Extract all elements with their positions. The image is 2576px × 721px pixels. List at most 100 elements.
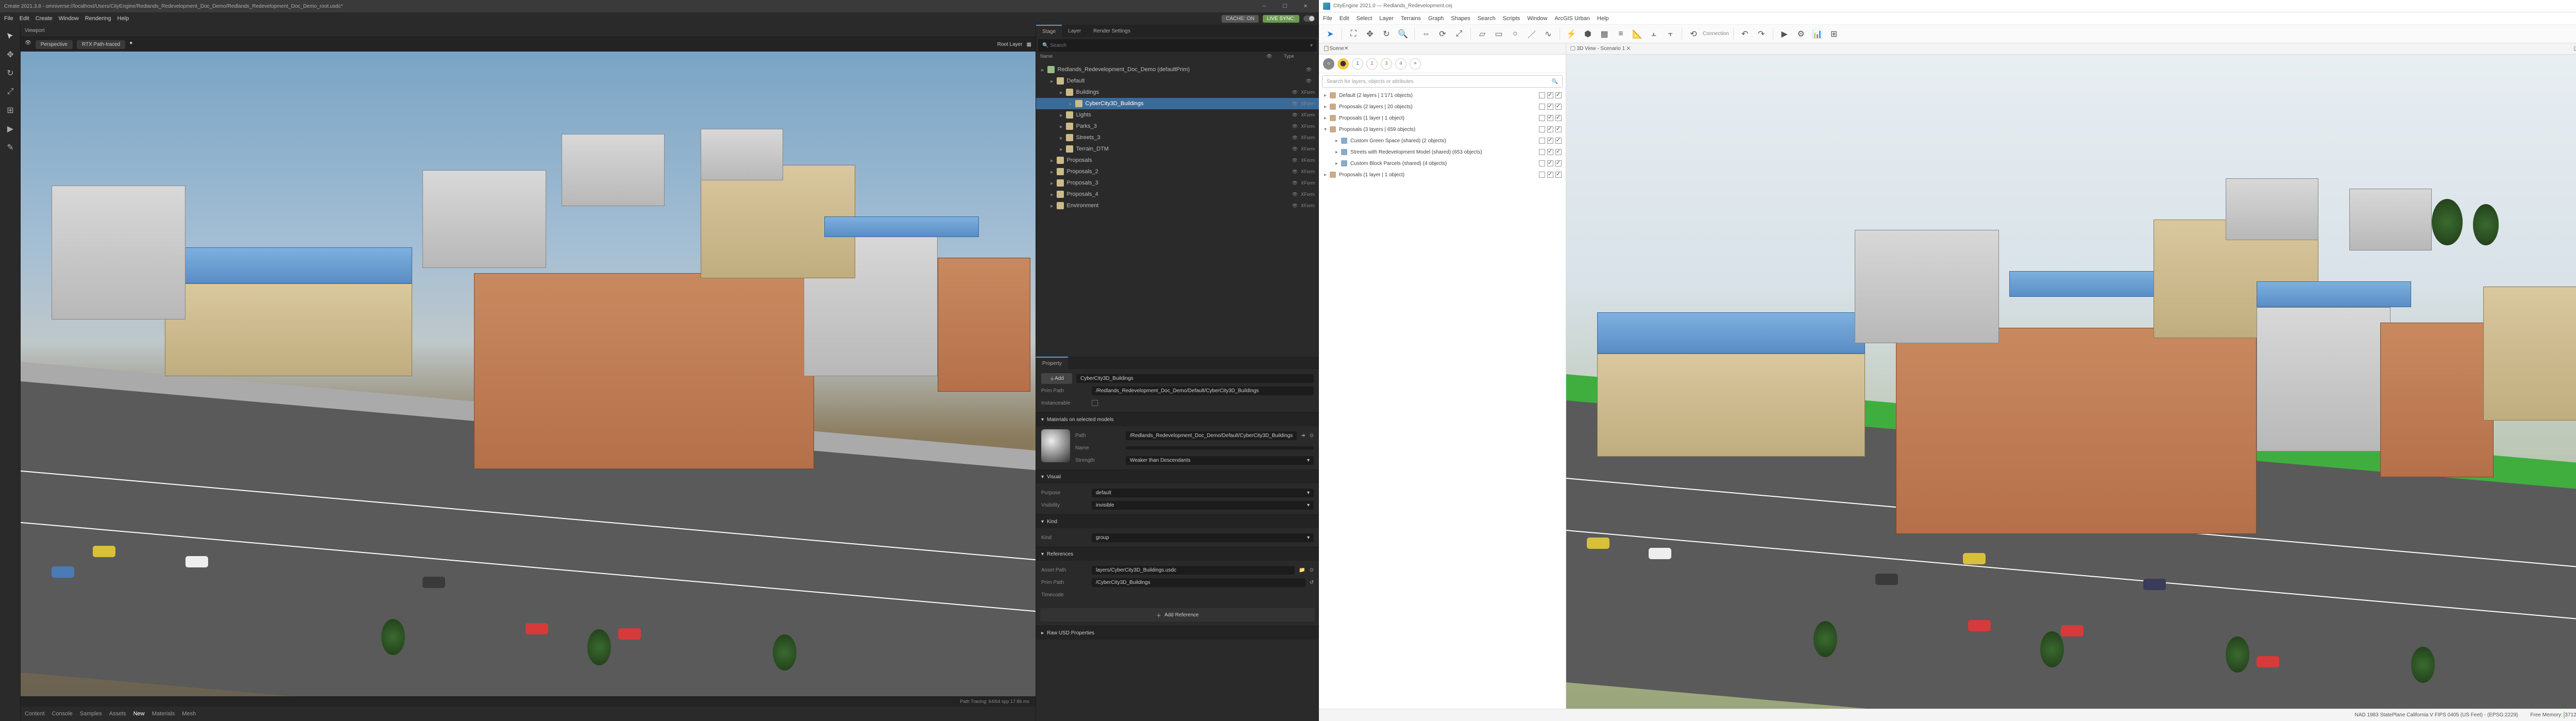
tab-assets[interactable]: Assets — [109, 711, 126, 717]
line-tool[interactable]: ／ — [1524, 27, 1539, 41]
tree-row[interactable]: ▸CyberCity3D_Buildings👁XForm — [1036, 98, 1319, 109]
menu-file[interactable]: File — [4, 15, 13, 22]
materials-header[interactable]: ▾ Materials on selected models — [1036, 413, 1319, 426]
goto-icon[interactable]: ➜ — [1301, 433, 1305, 439]
references-header[interactable]: ▾ References — [1036, 547, 1319, 561]
tree-row[interactable]: ▸Streets_3👁XForm — [1036, 132, 1319, 143]
pan-tool[interactable]: ✥ — [1363, 27, 1377, 41]
layer-row[interactable]: ▸Proposals (1 layer | 1 object) — [1319, 169, 1566, 180]
layer-row[interactable]: ▾Proposals (3 layers | 659 objects) — [1319, 124, 1566, 135]
pointer-tool[interactable]: ➤ — [1323, 27, 1337, 41]
add-button[interactable]: ＋ Add — [1041, 373, 1072, 384]
layer-row[interactable]: ▸Custom Block Parcels (shared) (4 object… — [1319, 158, 1566, 169]
tab-new[interactable]: New — [133, 711, 145, 717]
layer-checkbox[interactable] — [1547, 160, 1553, 166]
poly-tool[interactable]: ▱ — [1475, 27, 1489, 41]
menu-scripts[interactable]: Scripts — [1503, 15, 1520, 22]
instanceable-checkbox[interactable] — [1092, 400, 1098, 406]
stage-tree[interactable]: ▸Redlands_Redevelopment_Doc_Demo (defaul… — [1036, 64, 1319, 357]
play-button[interactable]: ▶ — [1777, 27, 1792, 41]
tree-row[interactable]: ▸Parks_3👁XForm — [1036, 121, 1319, 132]
model-tool[interactable]: ⬢ — [1581, 27, 1595, 41]
menu-terrains[interactable]: Terrains — [1401, 15, 1421, 22]
tab-property[interactable]: Property — [1036, 357, 1068, 369]
dashboard-icon[interactable]: 📊 — [1810, 27, 1825, 41]
tab-materials[interactable]: Materials — [152, 711, 175, 717]
eye-icon[interactable]: 👁 — [1306, 67, 1312, 73]
scenario-3[interactable]: 3 — [1381, 58, 1392, 70]
layer-checkbox[interactable] — [1547, 115, 1553, 121]
renderer-dropdown[interactable]: RTX Path-traced — [77, 40, 125, 49]
expand-icon[interactable]: ▸ — [1324, 104, 1327, 110]
tree-row[interactable]: ▸Proposals👁XForm — [1036, 155, 1319, 166]
layer-checkbox[interactable] — [1555, 160, 1562, 166]
layer-checkbox[interactable] — [1539, 149, 1545, 155]
minimize-button[interactable]: ─ — [2574, 1, 2576, 11]
layer-row[interactable]: ▸Custom Green Space (shared) (2 objects) — [1319, 135, 1566, 146]
camera-dropdown[interactable]: Perspective — [36, 40, 73, 49]
move-tool[interactable]: ✥ — [2, 46, 19, 63]
tree-row[interactable]: ▸Default👁 — [1036, 75, 1319, 87]
tree-row[interactable]: ▸Lights👁XForm — [1036, 109, 1319, 121]
chevron-icon[interactable]: ▸ — [1050, 191, 1054, 198]
layer-icon[interactable]: ▦ — [1027, 42, 1031, 47]
layer-checkbox[interactable] — [1547, 172, 1553, 178]
menu-layer[interactable]: Layer — [1379, 15, 1394, 22]
menu-rendering[interactable]: Rendering — [85, 15, 111, 22]
eye-icon[interactable]: 👁 — [1292, 101, 1298, 107]
tab-layer[interactable]: Layer — [1062, 25, 1087, 37]
eye-icon[interactable]: 👁 — [1292, 180, 1298, 186]
chevron-icon[interactable]: ▸ — [1060, 112, 1063, 119]
scenario-2[interactable]: 2 — [1366, 58, 1378, 70]
tree-row[interactable]: ▸Environment👁XForm — [1036, 200, 1319, 211]
move-tool[interactable]: ⇔ — [1419, 27, 1433, 41]
eye-icon[interactable]: 👁 — [1292, 124, 1298, 129]
generate-tool[interactable]: ⚡ — [1564, 27, 1579, 41]
locate-icon[interactable]: ⊙ — [1310, 567, 1314, 573]
select-tool[interactable] — [2, 28, 19, 44]
layer-checkbox[interactable] — [1547, 126, 1553, 132]
cache-badge[interactable]: CACHE: ON — [1222, 15, 1259, 23]
live-sync-toggle[interactable] — [1303, 15, 1315, 22]
reset-icon[interactable]: ↺ — [1310, 580, 1314, 585]
layer-checkbox[interactable] — [1547, 138, 1553, 144]
eye-icon[interactable]: 👁 — [1292, 112, 1298, 118]
align2-tool[interactable]: ⫟ — [1663, 27, 1677, 41]
chevron-icon[interactable]: ▸ — [1060, 146, 1063, 153]
scene-tab[interactable]: 📋 Scene ✕ — [1319, 43, 1566, 55]
ref-prim[interactable]: /CyberCity3D_Buildings — [1092, 578, 1306, 587]
menu-shapes[interactable]: Shapes — [1451, 15, 1470, 22]
texture-tool[interactable]: ▦ — [1597, 27, 1612, 41]
locate-icon[interactable]: ⊙ — [1310, 433, 1314, 439]
expand-icon[interactable]: ▸ — [1324, 93, 1327, 98]
tree-row[interactable]: ▸Redlands_Redevelopment_Doc_Demo (defaul… — [1036, 64, 1319, 75]
tab-stage[interactable]: Stage — [1036, 25, 1062, 37]
layer-checkbox[interactable] — [1555, 149, 1562, 155]
layer-tree[interactable]: ▸Default (2 layers | 1'171 objects)▸Prop… — [1319, 90, 1566, 180]
layer-checkbox[interactable] — [1555, 172, 1562, 178]
layer-checkbox[interactable] — [1539, 160, 1545, 166]
scenario-1[interactable]: 1 — [1352, 58, 1363, 70]
eye-icon[interactable]: 👁 — [1292, 90, 1298, 95]
eye-icon[interactable]: 👁 — [25, 40, 31, 49]
layer-checkbox[interactable] — [1539, 104, 1545, 110]
stage-search[interactable]: 🔍 Search ▾ — [1038, 39, 1317, 52]
layer-row[interactable]: ▸Proposals (2 layers | 20 objects) — [1319, 101, 1566, 112]
viewport-tab[interactable]: Viewport — [25, 28, 45, 33]
root-layer-label[interactable]: Root Layer — [997, 42, 1023, 47]
menu-window[interactable]: Window — [1527, 15, 1547, 22]
align-tool[interactable]: ⫠ — [1647, 27, 1661, 41]
tree-row[interactable]: ▸Buildings👁XForm — [1036, 87, 1319, 98]
layer-row[interactable]: ▸Streets with Redevelopment Model (share… — [1319, 146, 1566, 158]
layer-checkbox[interactable] — [1539, 172, 1545, 178]
menu-file[interactable]: File — [1323, 15, 1332, 22]
chevron-icon[interactable]: ▸ — [1060, 135, 1063, 141]
menu-graph[interactable]: Graph — [1428, 15, 1444, 22]
eye-icon[interactable]: 👁 — [1292, 192, 1298, 197]
settings-icon[interactable]: ⚙ — [1794, 27, 1808, 41]
rotate-tool[interactable]: ⟳ — [1435, 27, 1450, 41]
eye-icon[interactable]: 👁 — [1292, 169, 1298, 175]
chevron-icon[interactable]: ▸ — [1069, 100, 1072, 107]
expand-icon[interactable]: ▾ — [1324, 127, 1327, 132]
undo-button[interactable]: ↶ — [1738, 27, 1752, 41]
